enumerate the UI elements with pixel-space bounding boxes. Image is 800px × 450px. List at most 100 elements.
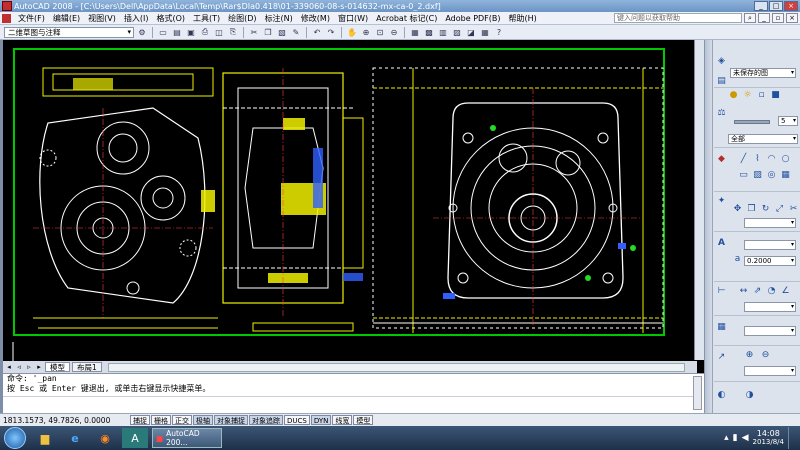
hatch-icon[interactable]: ▨ bbox=[752, 170, 763, 181]
network-icon[interactable]: ▮ bbox=[733, 433, 738, 443]
toggle-ducs[interactable]: DUCS bbox=[284, 415, 310, 425]
redo-icon[interactable]: ↷ bbox=[325, 26, 337, 38]
layer-color-input[interactable]: 5 bbox=[778, 116, 798, 126]
cut-icon[interactable]: ✂ bbox=[248, 26, 260, 38]
dim-style-dropdown[interactable] bbox=[744, 302, 796, 312]
copy-icon[interactable]: ❐ bbox=[262, 26, 274, 38]
multileader-icon[interactable]: ↗ bbox=[716, 352, 727, 363]
tab-model[interactable]: 模型 bbox=[45, 362, 70, 372]
table-style-dropdown[interactable] bbox=[744, 326, 796, 336]
doc-close-button[interactable]: × bbox=[786, 13, 798, 23]
firefox-icon[interactable]: ◉ bbox=[92, 428, 118, 448]
autocad-taskbar-icon[interactable]: A bbox=[122, 428, 148, 448]
region-icon[interactable]: ◎ bbox=[766, 170, 777, 181]
markup-icon[interactable]: ◪ bbox=[465, 26, 477, 38]
menu-window[interactable]: 窗口(W) bbox=[334, 13, 372, 24]
horizontal-scrollbar[interactable] bbox=[107, 362, 685, 372]
scale-icon[interactable]: ⚖ bbox=[716, 108, 727, 119]
volume-icon[interactable]: ◀ bbox=[742, 433, 749, 443]
angle-dim-icon[interactable]: ∠ bbox=[780, 286, 791, 297]
rectangle-icon[interactable]: ▭ bbox=[738, 170, 749, 181]
text-style-dropdown[interactable] bbox=[744, 240, 796, 250]
layer-properties-icon[interactable]: ▤ bbox=[716, 76, 727, 87]
leader-add-icon[interactable]: ⊕ bbox=[744, 350, 755, 361]
menu-adobe-pdf[interactable]: Adobe PDF(B) bbox=[441, 14, 504, 23]
last-tab-icon[interactable]: ▸ bbox=[35, 363, 43, 371]
tab-layout1[interactable]: 布局1 bbox=[72, 362, 102, 372]
minimize-button[interactable]: _ bbox=[754, 1, 768, 11]
vertical-scrollbar[interactable] bbox=[694, 40, 704, 360]
menu-dimension[interactable]: 标注(N) bbox=[261, 13, 297, 24]
layer-state-dropdown[interactable]: 未保存的图 bbox=[730, 68, 796, 78]
toggle-lineweight[interactable]: 线宽 bbox=[332, 415, 353, 425]
autocad-app-icon[interactable] bbox=[2, 1, 12, 11]
polyline-icon[interactable]: ⌇ bbox=[752, 154, 763, 165]
close-button[interactable]: × bbox=[784, 1, 798, 11]
toggle-model[interactable]: 模型 bbox=[353, 415, 374, 425]
menu-view[interactable]: 视图(V) bbox=[84, 13, 120, 24]
publish-icon[interactable]: ⎘ bbox=[227, 26, 239, 38]
tray-expand-icon[interactable]: ▴ bbox=[724, 433, 729, 443]
lineweight-input[interactable]: 0.2000 bbox=[744, 256, 796, 266]
toggle-grid[interactable]: 栅格 bbox=[151, 415, 171, 425]
settings-icon[interactable]: ⚙ bbox=[136, 26, 148, 38]
text-icon[interactable]: A bbox=[716, 238, 727, 249]
layer-color-icon[interactable]: ■ bbox=[770, 90, 781, 101]
show-desktop-button[interactable] bbox=[788, 427, 796, 449]
open-folder-icon[interactable]: ▤ bbox=[171, 26, 183, 38]
start-button[interactable] bbox=[4, 427, 26, 449]
autocad-task-button[interactable]: ■ AutoCAD 200... bbox=[152, 428, 222, 448]
rotate-icon[interactable]: ↻ bbox=[760, 204, 771, 215]
arc-icon[interactable]: ◠ bbox=[766, 154, 777, 165]
doc-restore-button[interactable]: ▫ bbox=[772, 13, 784, 23]
doc-minimize-button[interactable]: _ bbox=[758, 13, 770, 23]
toggle-otrack[interactable]: 对象追踪 bbox=[249, 415, 283, 425]
command-input[interactable] bbox=[3, 396, 693, 408]
toggle-snap[interactable]: 捕捉 bbox=[130, 415, 150, 425]
zoom-window-icon[interactable]: ⊡ bbox=[374, 26, 386, 38]
lock-icon[interactable]: ▫ bbox=[756, 90, 767, 101]
zoom-realtime-icon[interactable]: ⊕ bbox=[360, 26, 372, 38]
prev-tab-icon[interactable]: ◃ bbox=[15, 363, 23, 371]
menu-modify[interactable]: 修改(M) bbox=[297, 13, 334, 24]
internet-explorer-icon[interactable]: e bbox=[62, 428, 88, 448]
zoom-previous-icon[interactable]: ⊖ bbox=[388, 26, 400, 38]
menu-format[interactable]: 格式(O) bbox=[152, 13, 189, 24]
properties-icon[interactable]: ▦ bbox=[409, 26, 421, 38]
help-icon[interactable]: ? bbox=[493, 26, 505, 38]
menu-file[interactable]: 文件(F) bbox=[14, 13, 49, 24]
radius-dim-icon[interactable]: ◔ bbox=[766, 286, 777, 297]
explorer-icon[interactable]: ▆ bbox=[32, 428, 58, 448]
menu-help[interactable]: 帮助(H) bbox=[505, 13, 541, 24]
save-icon[interactable]: ▣ bbox=[185, 26, 197, 38]
leader-style-dropdown[interactable] bbox=[744, 366, 796, 376]
toggle-polar[interactable]: 极轴 bbox=[193, 415, 213, 425]
menu-insert[interactable]: 插入(I) bbox=[120, 13, 153, 24]
render-icon[interactable]: ◐ bbox=[716, 390, 727, 401]
sun-icon[interactable]: ☼ bbox=[742, 90, 753, 101]
menu-draw[interactable]: 绘图(D) bbox=[224, 13, 260, 24]
modify-panel-icon[interactable]: ✦ bbox=[716, 196, 727, 207]
table-icon[interactable]: ▦ bbox=[780, 170, 791, 181]
linear-dim-icon[interactable]: ↔ bbox=[738, 286, 749, 297]
print-icon[interactable]: ⎙ bbox=[199, 26, 211, 38]
plot-preview-icon[interactable]: ◫ bbox=[213, 26, 225, 38]
quickcalc-icon[interactable]: ▦ bbox=[479, 26, 491, 38]
line-icon[interactable]: ╱ bbox=[738, 154, 749, 165]
toggle-osnap[interactable]: 对象捕捉 bbox=[214, 415, 248, 425]
lightbulb-icon[interactable]: ● bbox=[728, 90, 739, 101]
palette-title-strip[interactable] bbox=[705, 40, 713, 413]
help-search-input[interactable]: 键入问题以获取帮助 bbox=[614, 13, 742, 23]
modify-options-dropdown[interactable] bbox=[744, 218, 796, 228]
trim-icon[interactable]: ✂ bbox=[788, 204, 799, 215]
aligned-dim-icon[interactable]: ⇗ bbox=[752, 286, 763, 297]
undo-icon[interactable]: ↶ bbox=[311, 26, 323, 38]
drawing-canvas[interactable]: ◂ ◃ ▹ ▸ 模型 布局1 bbox=[0, 40, 704, 373]
menu-tools[interactable]: 工具(T) bbox=[189, 13, 224, 24]
visual-style-icon[interactable]: ◑ bbox=[744, 390, 755, 401]
circle-icon[interactable]: ○ bbox=[780, 154, 791, 165]
pan-icon[interactable]: ✋ bbox=[346, 26, 358, 38]
clock[interactable]: 14:08 2013/8/4 bbox=[753, 429, 784, 447]
menu-edit[interactable]: 编辑(E) bbox=[49, 13, 84, 24]
draw-panel-icon[interactable]: ◆ bbox=[716, 154, 727, 165]
